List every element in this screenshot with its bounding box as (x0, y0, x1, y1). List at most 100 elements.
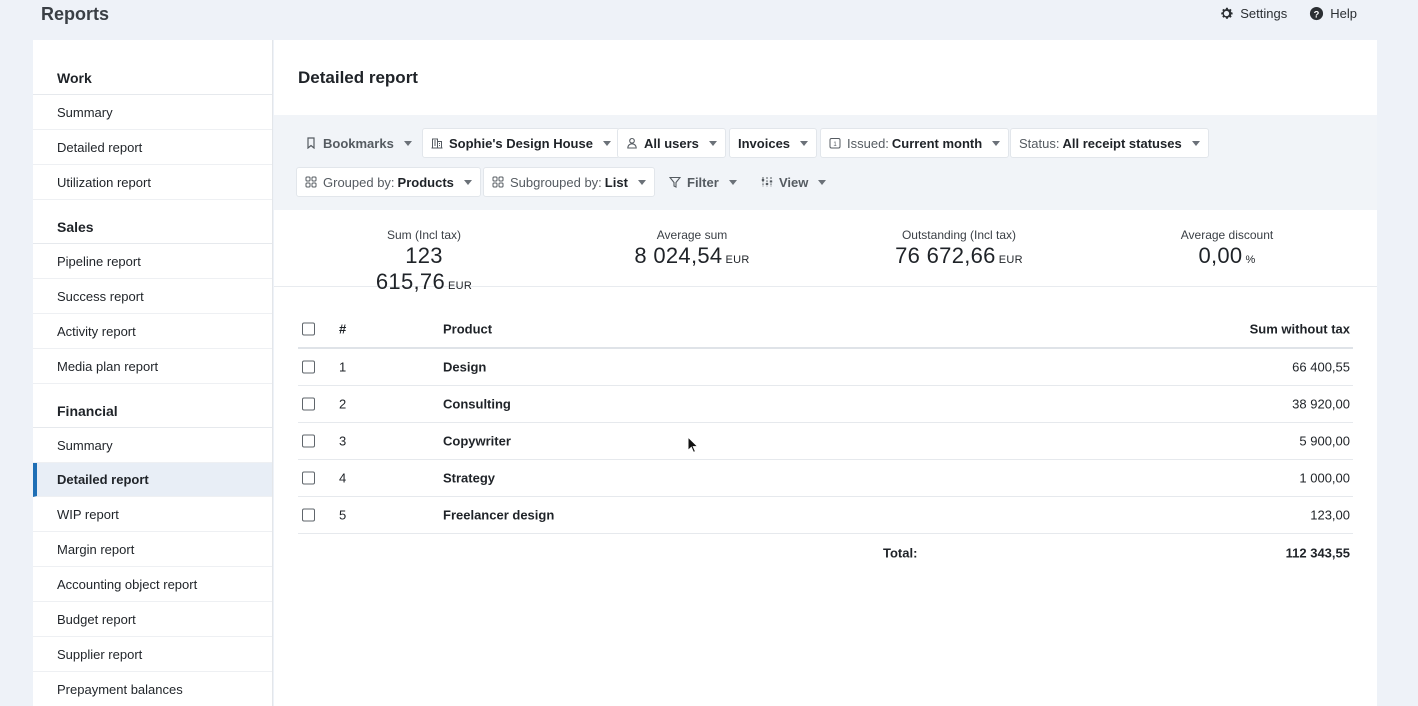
column-header-sum[interactable]: Sum without tax (1250, 322, 1350, 337)
kpi-number: 8 024,54 (634, 243, 723, 268)
sidebar-item-work-detailed-report[interactable]: Detailed report (33, 130, 272, 165)
total-value: 112 343,55 (1285, 545, 1350, 560)
kpi-average-sum: Average sum 8 024,54 EUR (622, 228, 762, 269)
sidebar-item-accounting-object-report[interactable]: Accounting object report (33, 567, 272, 602)
subgrouped-by-label: Subgrouped by: (510, 174, 602, 190)
column-header-number[interactable]: # (339, 322, 346, 337)
row-sum: 5 900,00 (1299, 433, 1350, 449)
subgrouped-by-dropdown[interactable]: Subgrouped by: List (483, 167, 655, 197)
kpi-value: 76 672,66 EUR (884, 243, 1034, 269)
chevron-down-icon (637, 179, 646, 185)
filter-icon (669, 176, 681, 188)
status-dropdown[interactable]: Status: All receipt statuses (1010, 128, 1209, 158)
sidebar-item-utilization-report[interactable]: Utilization report (33, 165, 272, 200)
view-button[interactable]: View (752, 167, 835, 197)
kpi-number: 123 615,76 (375, 243, 445, 294)
row-sum: 38 920,00 (1292, 396, 1350, 412)
users-dropdown[interactable]: All users (617, 128, 726, 158)
chevron-down-icon (1191, 140, 1200, 146)
kpi-summary: Sum (Incl tax) 123 615,76 EUR Average sum… (274, 210, 1377, 294)
chevron-down-icon (818, 179, 827, 185)
issued-filter-value: Current month (891, 135, 983, 151)
sidebar-item-margin-report[interactable]: Margin report (33, 532, 272, 567)
sidebar-item-pipeline-report[interactable]: Pipeline report (33, 244, 272, 279)
table-row[interactable]: 1 Design 66 400,55 (298, 349, 1353, 386)
row-sum: 1 000,00 (1299, 470, 1350, 486)
row-checkbox[interactable] (302, 360, 315, 374)
kpi-unit: % (1245, 254, 1256, 266)
kpi-unit: EUR (725, 254, 750, 266)
issued-dropdown[interactable]: 1 Issued: Current month (820, 128, 1010, 158)
group-icon (305, 176, 317, 188)
chevron-down-icon (403, 140, 412, 146)
sidebar-section-financial: Financial (33, 394, 272, 428)
top-bar: Reports Settings ? Help (0, 0, 1418, 40)
kpi-average-discount: Average discount 0,00% (1157, 228, 1297, 269)
report-table: # Product Sum without tax 1 Design 66 40… (298, 311, 1353, 571)
kpi-unit: EUR (998, 254, 1023, 266)
sidebar-section-work: Work (33, 61, 272, 95)
row-checkbox[interactable] (302, 471, 315, 485)
table-row[interactable]: 5 Freelancer design 123,00 (298, 497, 1353, 534)
filter-bar: Bookmarks Sophie's Design House All user… (274, 115, 1377, 210)
filter-label: Filter (687, 174, 719, 190)
row-product: Consulting (443, 396, 511, 412)
row-product: Design (443, 359, 487, 375)
chevron-down-icon (602, 140, 611, 146)
row-product: Freelancer design (443, 507, 555, 523)
page-title: Detailed report (298, 68, 418, 87)
svg-text:1: 1 (833, 142, 837, 148)
sidebar-item-financial-summary[interactable]: Summary (33, 428, 272, 463)
status-filter-value: All receipt statuses (1062, 135, 1182, 151)
sidebar-item-work-summary[interactable]: Summary (33, 95, 272, 130)
row-number: 1 (339, 359, 347, 375)
kpi-sum: Sum (Incl tax) 123 615,76 EUR (354, 228, 494, 295)
bookmarks-dropdown[interactable]: Bookmarks (296, 128, 421, 158)
settings-label: Settings (1240, 6, 1288, 21)
sidebar-item-success-report[interactable]: Success report (33, 279, 272, 314)
row-checkbox[interactable] (302, 508, 315, 522)
grouped-by-dropdown[interactable]: Grouped by: Products (296, 167, 481, 197)
settings-button[interactable]: Settings (1219, 6, 1287, 21)
row-number: 3 (339, 433, 347, 449)
row-sum: 66 400,55 (1292, 359, 1350, 375)
table-row[interactable]: 2 Consulting 38 920,00 (298, 386, 1353, 423)
total-label: Total: (883, 545, 918, 560)
company-dropdown[interactable]: Sophie's Design House (422, 128, 620, 158)
table-header-row: # Product Sum without tax (298, 311, 1353, 349)
table-row[interactable]: 3 Copywriter 5 900,00 (298, 423, 1353, 460)
kpi-number: 76 672,66 (895, 243, 996, 268)
document-type-dropdown[interactable]: Invoices (729, 128, 818, 158)
select-all-checkbox[interactable] (302, 322, 315, 336)
table-row[interactable]: 4 Strategy 1 000,00 (298, 460, 1353, 497)
row-checkbox[interactable] (302, 397, 315, 411)
company-label: Sophie's Design House (449, 135, 593, 151)
table-total-row: Total: 112 343,55 (298, 534, 1353, 571)
sidebar-item-prepayment-balances[interactable]: Prepayment balances (33, 672, 272, 706)
column-header-product[interactable]: Product (443, 322, 492, 337)
main-panel: Detailed report Bookmarks Sophie's Desig… (274, 40, 1377, 706)
grouped-by-label: Grouped by: (323, 174, 395, 190)
issued-filter-label: Issued: (847, 135, 889, 151)
sidebar-item-financial-detailed-report[interactable]: Detailed report (33, 463, 272, 497)
kpi-unit: EUR (447, 280, 473, 292)
sidebar-section-sales: Sales (33, 210, 272, 244)
row-product: Strategy (443, 470, 496, 486)
grouped-by-value: Products (397, 174, 454, 190)
sidebar-item-budget-report[interactable]: Budget report (33, 602, 272, 637)
sidebar-item-activity-report[interactable]: Activity report (33, 314, 272, 349)
filter-button[interactable]: Filter (660, 167, 746, 197)
chevron-down-icon (728, 179, 737, 185)
kpi-label: Sum (Incl tax) (386, 228, 461, 242)
calendar-icon: 1 (829, 138, 841, 149)
sidebar-item-wip-report[interactable]: WIP report (33, 497, 272, 532)
row-checkbox[interactable] (302, 434, 315, 448)
help-icon: ? (1310, 6, 1324, 21)
sliders-icon (761, 177, 773, 187)
kpi-label: Outstanding (Incl tax) (901, 228, 1017, 242)
sidebar-item-media-plan-report[interactable]: Media plan report (33, 349, 272, 384)
help-button[interactable]: ? Help (1309, 6, 1357, 21)
sidebar-item-supplier-report[interactable]: Supplier report (33, 637, 272, 672)
chevron-down-icon (800, 140, 809, 146)
building-icon (431, 138, 443, 149)
